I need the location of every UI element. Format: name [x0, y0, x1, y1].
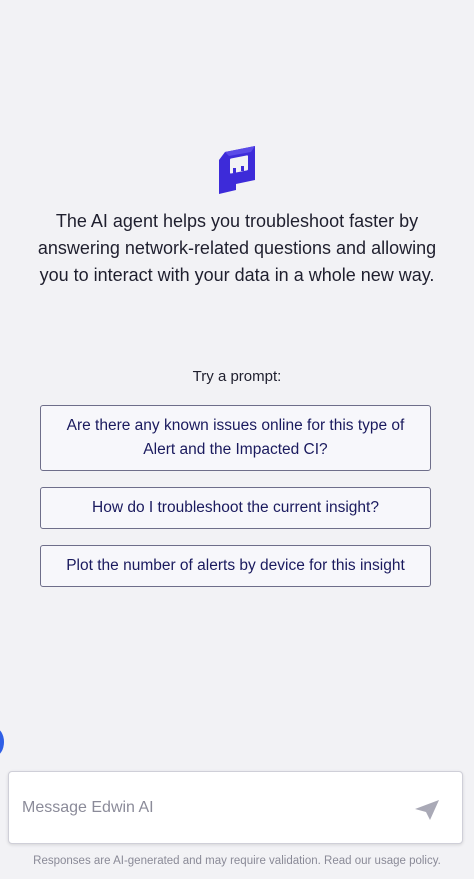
- floating-action-button[interactable]: [0, 728, 4, 756]
- message-composer: [8, 771, 463, 844]
- send-button[interactable]: [413, 798, 441, 822]
- try-prompt-label: Try a prompt:: [192, 368, 282, 385]
- ai-disclaimer: Responses are AI-generated and may requi…: [33, 855, 441, 867]
- suggested-prompt-button[interactable]: How do I troubleshoot the current insigh…: [40, 487, 431, 529]
- send-icon: [415, 800, 439, 820]
- message-input[interactable]: [22, 796, 402, 820]
- suggested-prompt-button[interactable]: Plot the number of alerts by device for …: [40, 545, 431, 587]
- edwin-ai-logo-icon: [213, 142, 259, 194]
- intro-text: The AI agent helps you troubleshoot fast…: [37, 211, 437, 285]
- edwin-ai-logo-shape: [219, 146, 255, 194]
- suggested-prompt-button[interactable]: Are there any known issues online for th…: [40, 405, 431, 471]
